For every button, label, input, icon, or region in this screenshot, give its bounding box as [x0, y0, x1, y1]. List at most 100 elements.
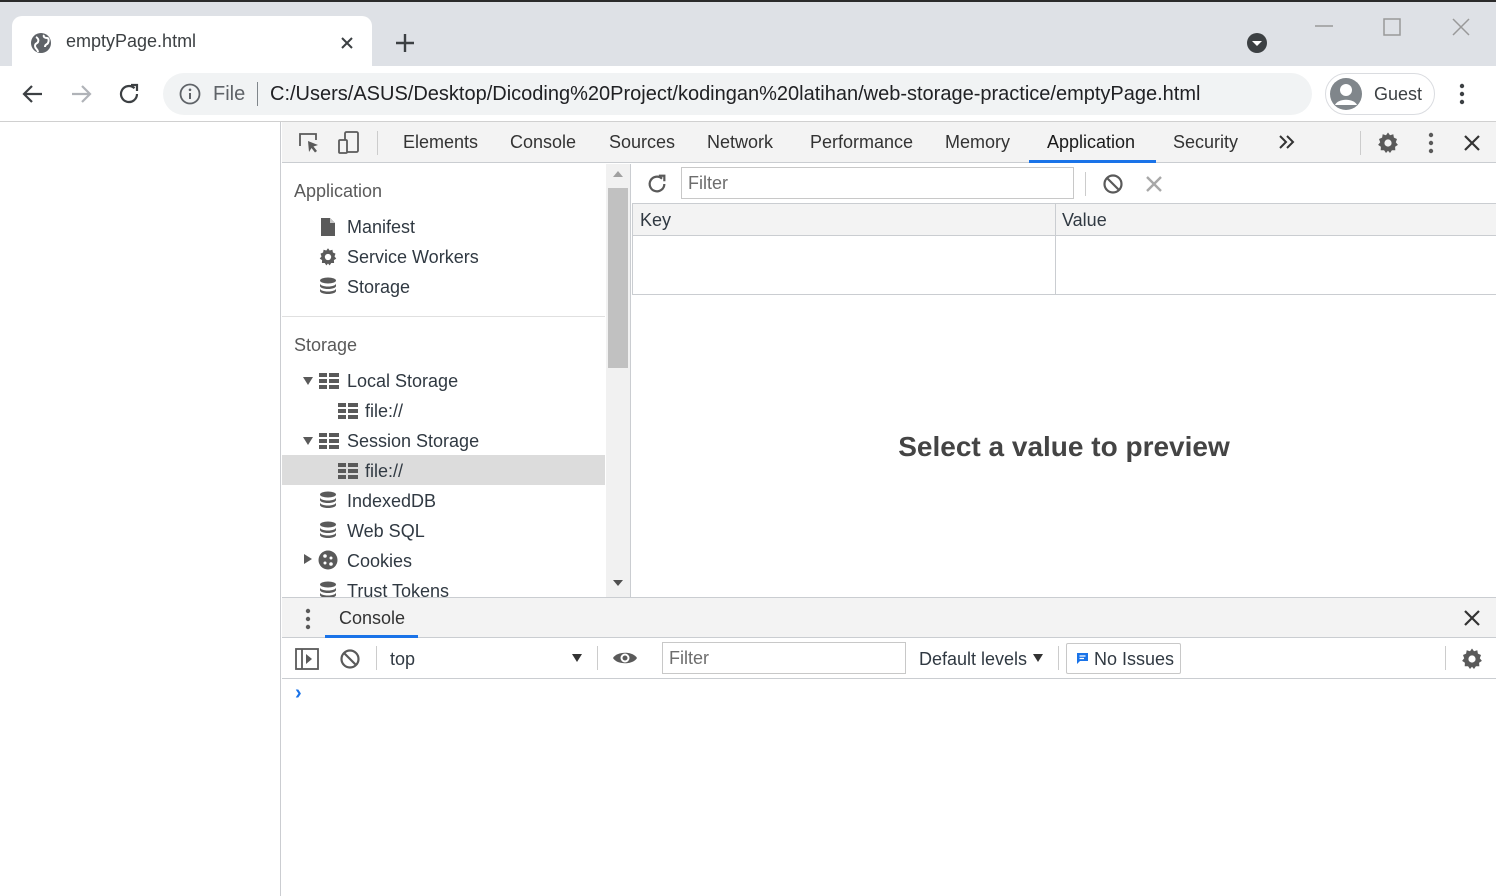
toolbar-divider	[1085, 172, 1086, 196]
info-icon[interactable]	[179, 83, 201, 105]
context-selector[interactable]: top	[390, 649, 415, 670]
section-divider	[282, 316, 605, 317]
collapse-arrow-icon[interactable]	[303, 553, 313, 565]
expand-arrow-icon[interactable]	[302, 376, 314, 386]
sidebar-scrollbar[interactable]	[606, 164, 630, 597]
scroll-up-icon[interactable]	[612, 170, 624, 178]
browser-menu-icon[interactable]	[1452, 83, 1472, 105]
url-text[interactable]: C:/Users/ASUS/Desktop/Dicoding%20Project…	[270, 83, 1200, 106]
devtools-panel: Elements Console Sources Network Perform…	[282, 122, 1496, 896]
close-drawer-icon[interactable]	[1463, 609, 1481, 627]
issue-flag-icon	[1076, 652, 1089, 666]
maximize-icon[interactable]	[1383, 18, 1401, 36]
sidebar-item-storage-overview[interactable]: Storage	[347, 277, 410, 298]
scrollbar-thumb[interactable]	[608, 188, 628, 368]
drawer-menu-icon[interactable]	[298, 608, 318, 630]
console-toolbar: top Default levels No Issues	[282, 638, 1496, 679]
scroll-down-icon[interactable]	[612, 579, 624, 587]
globe-icon	[30, 32, 52, 54]
show-sidebar-icon[interactable]	[295, 648, 319, 670]
preview-placeholder: Select a value to preview	[898, 431, 1230, 462]
new-tab-icon[interactable]	[394, 32, 416, 54]
device-toolbar-icon[interactable]	[338, 131, 360, 155]
file-icon	[320, 217, 336, 237]
tab-security[interactable]: Security	[1173, 132, 1238, 153]
tab-performance[interactable]: Performance	[810, 132, 913, 153]
dropdown-arrow-icon[interactable]	[1032, 653, 1044, 663]
table-header: Key Value	[632, 204, 1496, 236]
sidebar-item-session-storage-file[interactable]: file://	[365, 461, 403, 482]
tab-network[interactable]: Network	[707, 132, 773, 153]
table-icon	[338, 463, 358, 479]
expand-arrow-icon[interactable]	[302, 436, 314, 446]
window-close-icon[interactable]	[1451, 17, 1471, 37]
more-tabs-icon[interactable]	[1278, 134, 1296, 150]
log-levels-dropdown[interactable]: Default levels	[919, 649, 1027, 670]
dropdown-arrow-icon[interactable]	[571, 653, 583, 663]
tab-sources[interactable]: Sources	[609, 132, 675, 153]
settings-gear-icon[interactable]	[1376, 131, 1400, 155]
sidebar-item-session-storage[interactable]: Session Storage	[347, 431, 479, 452]
close-tab-icon[interactable]	[338, 34, 356, 52]
table-icon	[319, 373, 339, 389]
tab-console[interactable]: Console	[510, 132, 576, 153]
toolbar-divider	[1445, 646, 1446, 670]
profile-label: Guest	[1374, 84, 1423, 104]
live-expression-eye-icon[interactable]	[612, 649, 638, 667]
inspect-element-icon[interactable]	[298, 132, 320, 154]
tab-elements[interactable]: Elements	[403, 132, 478, 153]
storage-filter-input[interactable]	[681, 167, 1074, 199]
storage-view: Key Value Select a value to preview	[632, 164, 1496, 597]
cookie-icon	[318, 550, 338, 570]
storage-filter-field[interactable]	[682, 168, 1073, 198]
minimize-icon[interactable]	[1314, 24, 1334, 28]
active-tab-indicator	[1029, 160, 1156, 163]
address-bar[interactable]: File C:/Users/ASUS/Desktop/Dicoding%20Pr…	[163, 73, 1312, 115]
column-divider[interactable]	[1055, 204, 1056, 295]
column-value[interactable]: Value	[1062, 210, 1107, 231]
issues-label: No Issues	[1094, 649, 1175, 669]
back-icon[interactable]	[21, 82, 45, 106]
column-key[interactable]: Key	[640, 210, 671, 231]
console-output[interactable]: ›	[282, 679, 1496, 896]
sidebar-item-local-storage[interactable]: Local Storage	[347, 371, 458, 392]
preview-pane: Select a value to preview	[632, 295, 1496, 597]
table-icon	[338, 403, 358, 419]
sidebar-item-cookies[interactable]: Cookies	[347, 551, 412, 572]
toolbar-divider	[1058, 646, 1059, 670]
drawer-tab-console[interactable]: Console	[339, 608, 405, 629]
refresh-icon[interactable]	[646, 173, 668, 195]
browser-tab[interactable]: emptyPage.html	[12, 16, 372, 70]
profile-button[interactable]: Guest	[1325, 73, 1435, 115]
sidebar-item-service-workers[interactable]: Service Workers	[347, 247, 479, 268]
forward-icon[interactable]	[69, 82, 93, 106]
console-filter-input[interactable]	[662, 642, 906, 674]
selected-row-session-file[interactable]	[282, 455, 605, 485]
section-title-application: Application	[294, 181, 383, 201]
database-icon	[319, 277, 337, 297]
console-prompt[interactable]: ›	[295, 682, 302, 705]
table-body[interactable]	[632, 236, 1496, 295]
tab-memory[interactable]: Memory	[945, 132, 1010, 153]
application-sidebar: Application Manifest Service Workers Sto…	[282, 164, 631, 597]
omnibox-separator	[257, 82, 258, 106]
sidebar-item-web-sql[interactable]: Web SQL	[347, 521, 425, 542]
sidebar-item-trust-tokens[interactable]: Trust Tokens	[347, 581, 449, 597]
toolbar-divider	[1360, 131, 1361, 155]
issues-button[interactable]: No Issues	[1066, 643, 1181, 674]
sidebar-item-local-storage-file[interactable]: file://	[365, 401, 403, 422]
tab-search-icon[interactable]	[1246, 32, 1268, 54]
delete-selected-icon[interactable]	[1145, 175, 1163, 193]
console-filter-field[interactable]	[663, 643, 905, 673]
clear-console-icon[interactable]	[339, 648, 361, 670]
sidebar-item-indexeddb[interactable]: IndexedDB	[347, 491, 436, 512]
close-devtools-icon[interactable]	[1463, 134, 1481, 152]
reload-icon[interactable]	[117, 82, 141, 106]
toolbar-divider	[597, 646, 598, 670]
sidebar-item-manifest[interactable]: Manifest	[347, 217, 415, 238]
tab-application[interactable]: Application	[1047, 132, 1135, 153]
clear-all-icon[interactable]	[1102, 173, 1124, 195]
tab-strip: emptyPage.html	[0, 0, 1496, 70]
devtools-menu-icon[interactable]	[1421, 132, 1441, 154]
console-settings-gear-icon[interactable]	[1460, 647, 1484, 671]
